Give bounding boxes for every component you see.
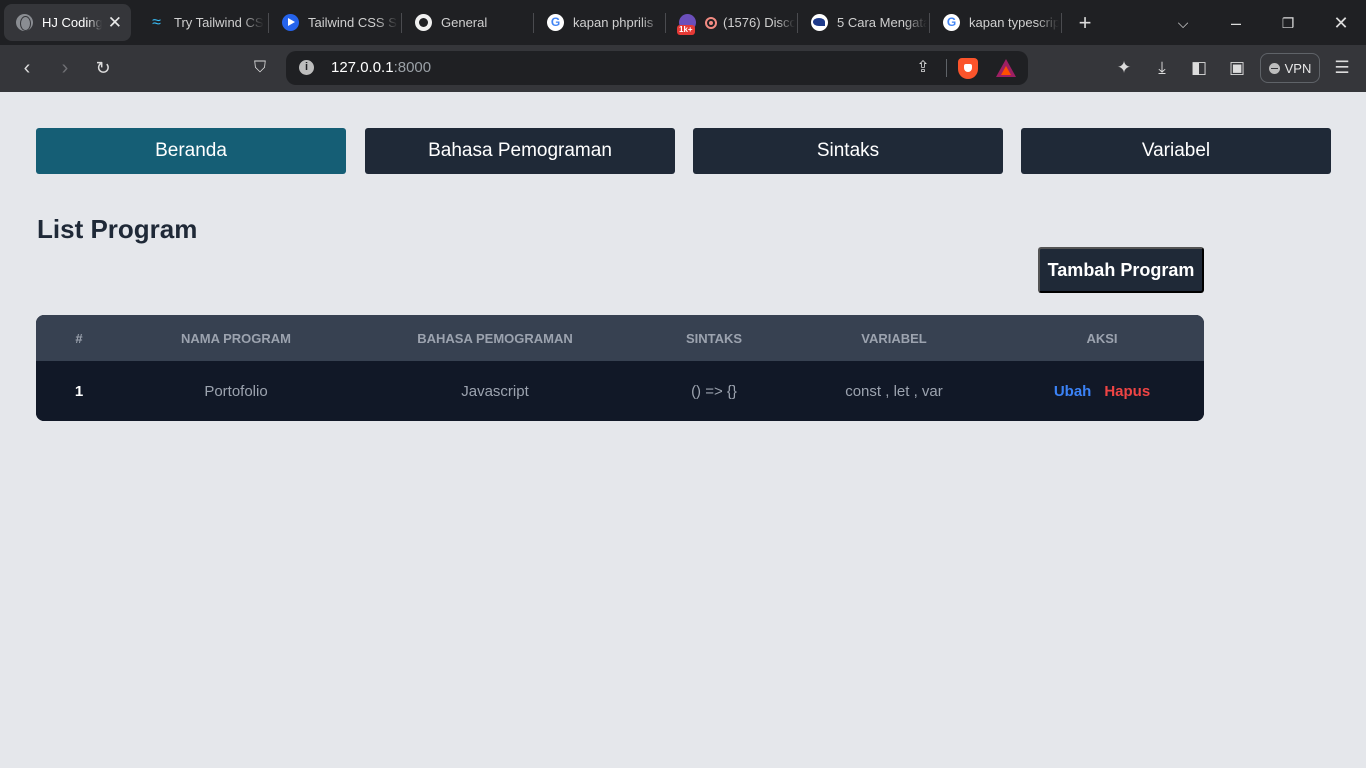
youtube-notification-icon: 1k+ [677,14,696,35]
browser-tab[interactable]: 1k+ (1576) Discord [667,4,795,41]
site-favicon [811,14,828,31]
header-language: BAHASA PEMOGRAMAN [417,330,573,346]
reload-icon[interactable]: ↻ [88,53,118,83]
nav-sintaks[interactable]: Sintaks [693,128,1003,174]
close-tab-icon[interactable]: ✕ [108,14,122,31]
tab-title: Tailwind CSS Snippets [308,15,398,30]
url-port: :8000 [393,59,432,76]
tailwind-icon: ≈ [152,14,161,31]
row-program-name: Portofolio [204,382,268,400]
download-icon[interactable]: ⤓ [1147,53,1177,83]
row-syntax: () => {} [691,382,737,400]
header-syntax: SINTAKS [685,330,743,346]
browser-toolbar: ‹ › ↻ ⛉ i 127.0.0.1:8000 ⇪ ✦ ⤓ ◧ ▣ VPN ☰ [0,45,1366,92]
browser-tab[interactable]: General [403,4,531,41]
header-actions: AKSI [1086,330,1118,346]
restore-window-icon[interactable]: ❐ [1273,8,1303,38]
brave-rewards-icon[interactable] [996,59,1016,77]
header-program-name: NAMA PROGRAM [180,330,291,346]
tab-separator [533,13,534,33]
minimize-icon[interactable]: – [1221,8,1251,38]
table-header: # NAMA PROGRAM BAHASA PEMOGRAMAN SINTAKS… [36,315,1204,361]
omnibox-separator [946,59,947,77]
close-window-icon[interactable]: ✕ [1326,8,1356,38]
browser-tab[interactable]: 5 Cara Mengatasi [799,4,927,41]
back-button[interactable]: ‹ [12,53,42,83]
menu-icon[interactable]: ☰ [1327,53,1357,83]
program-table: # NAMA PROGRAM BAHASA PEMOGRAMAN SINTAKS… [36,315,1204,421]
globe-icon [16,14,33,31]
github-icon [415,14,432,31]
url-text[interactable]: 127.0.0.1:8000 [331,59,431,76]
tab-separator [929,13,930,33]
row-language: Javascript [461,382,529,400]
google-icon [943,14,960,31]
vpn-button[interactable]: VPN [1260,53,1320,83]
vpn-label: VPN [1284,60,1312,76]
tab-title: kapan phprilis [573,15,654,30]
tab-title: (1576) Discord [723,15,795,30]
new-tab-button[interactable]: + [1070,8,1100,38]
notification-badge: 1k+ [677,25,695,35]
nav-beranda[interactable]: Beranda [36,128,346,174]
row-actions: Ubah Hapus [1000,361,1204,421]
bookmark-icon[interactable]: ⛉ [245,53,275,83]
tab-separator [268,13,269,33]
add-program-button[interactable]: Tambah Program [1038,247,1204,293]
nav-bahasa-pemograman[interactable]: Bahasa Pemograman [365,128,675,174]
row-variables: const , let , var [845,382,943,400]
tab-separator [797,13,798,33]
delete-link[interactable]: Hapus [1104,383,1150,400]
nav-variabel[interactable]: Variabel [1021,128,1331,174]
header-variables: VARIABEL [861,330,927,346]
tab-separator [665,13,666,33]
wallet-icon[interactable]: ▣ [1222,53,1252,83]
browser-tab-bar: HJ Coding ✕ ≈ Try Tailwind CSS Tailwind … [0,0,1366,45]
browser-tab[interactable]: ≈ Try Tailwind CSS [136,4,264,41]
tab-title: 5 Cara Mengatasi [837,15,927,30]
page-title: List Program [37,214,198,244]
browser-tab-active[interactable]: HJ Coding ✕ [4,4,131,41]
url-host: 127.0.0.1 [331,59,394,76]
browser-tab[interactable]: Tailwind CSS Snippets [270,4,398,41]
tab-title: kapan typescript [969,15,1059,30]
google-icon [547,14,564,31]
browser-tab[interactable]: kapan typescript [931,4,1059,41]
tab-title: General [441,15,488,30]
vpn-status-icon [1268,62,1280,74]
tab-search-chevron-icon[interactable]: ⌵ [1168,8,1198,38]
tailwind-play-icon [282,14,299,31]
forward-button[interactable]: › [50,53,80,83]
share-icon[interactable]: ⇪ [912,57,934,79]
recording-icon [705,16,717,29]
edit-link[interactable]: Ubah [1054,383,1092,400]
row-number: 1 [74,382,84,400]
header-number: # [75,330,83,346]
tab-separator [401,13,402,33]
brave-shields-icon[interactable] [958,58,978,79]
address-bar[interactable]: i 127.0.0.1:8000 ⇪ [286,51,1028,85]
extensions-icon[interactable]: ✦ [1109,53,1139,83]
tab-title: Try Tailwind CSS [174,15,264,30]
tab-separator [1061,13,1062,33]
table-row: 1 Portofolio Javascript () => {} const ,… [36,361,1204,421]
sidebar-icon[interactable]: ◧ [1184,53,1214,83]
browser-tab[interactable]: kapan phprilis [535,4,663,41]
site-info-icon[interactable]: i [299,60,314,75]
tab-title: HJ Coding [42,15,102,30]
main-nav: Beranda Bahasa Pemograman Sintaks Variab… [36,128,1331,174]
